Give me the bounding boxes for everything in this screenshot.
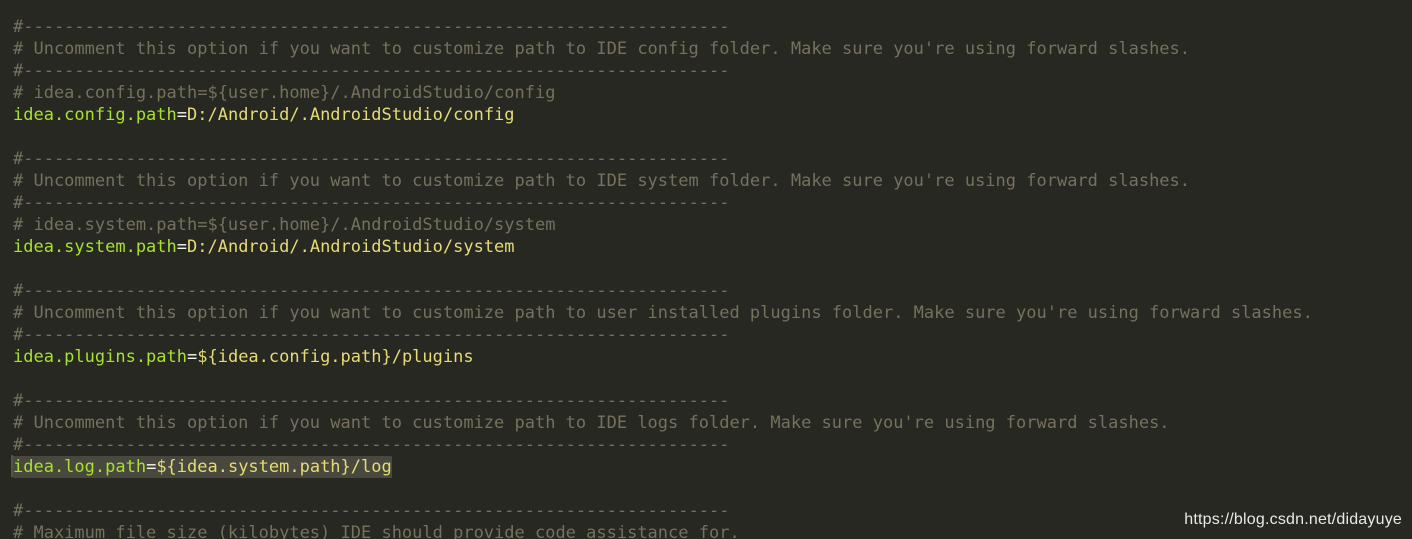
comment-text: #---------------------------------------…	[13, 391, 730, 411]
property-content: idea.config.path=D:/Android/.AndroidStud…	[13, 105, 515, 125]
blank-line[interactable]	[13, 478, 1313, 500]
equals-sign: =	[187, 347, 198, 367]
property-key: idea.plugins.path	[13, 347, 187, 367]
comment-line[interactable]: #---------------------------------------…	[13, 192, 1313, 214]
equals-sign: =	[146, 457, 157, 477]
comment-line[interactable]: #---------------------------------------…	[13, 280, 1313, 302]
comment-text: # idea.system.path=${user.home}/.Android…	[13, 215, 556, 235]
property-line[interactable]: idea.plugins.path=${idea.config.path}/pl…	[13, 346, 1313, 368]
property-line[interactable]: idea.config.path=D:/Android/.AndroidStud…	[13, 104, 1313, 126]
equals-sign: =	[176, 105, 188, 125]
property-value: ${idea.system.path}/log	[156, 457, 392, 477]
comment-line[interactable]: #---------------------------------------…	[13, 500, 1313, 522]
property-line[interactable]: idea.system.path=D:/Android/.AndroidStud…	[13, 236, 1313, 258]
comment-text: #---------------------------------------…	[13, 149, 730, 169]
comment-line[interactable]: # Uncomment this option if you want to c…	[13, 38, 1313, 60]
comment-line[interactable]: # Uncomment this option if you want to c…	[13, 412, 1313, 434]
watermark: https://blog.csdn.net/didayuye	[1184, 511, 1402, 528]
comment-text: #---------------------------------------…	[13, 61, 730, 81]
comment-line[interactable]: #---------------------------------------…	[13, 434, 1313, 456]
comment-text: # Uncomment this option if you want to c…	[13, 39, 1191, 59]
comment-text: # Uncomment this option if you want to c…	[13, 303, 1313, 323]
comment-text: # idea.config.path=${user.home}/.Android…	[13, 83, 556, 103]
blank-line[interactable]	[13, 126, 1313, 148]
comment-text: #---------------------------------------…	[13, 281, 730, 301]
property-key: idea.log.path	[13, 457, 147, 477]
comment-text: # Maximum file size (kilobytes) IDE shou…	[13, 523, 740, 539]
comment-text: #---------------------------------------…	[13, 17, 730, 37]
comment-text: #---------------------------------------…	[13, 501, 730, 521]
comment-line[interactable]: #---------------------------------------…	[13, 324, 1313, 346]
property-value: D:/Android/.AndroidStudio/system	[187, 237, 515, 257]
selected-text: idea.log.path=${idea.system.path}/log	[13, 456, 392, 478]
comment-text: #---------------------------------------…	[13, 193, 730, 213]
comment-line[interactable]: # Uncomment this option if you want to c…	[13, 302, 1313, 324]
property-key: idea.config.path	[13, 105, 177, 125]
comment-line[interactable]: #---------------------------------------…	[13, 390, 1313, 412]
comment-text: # Uncomment this option if you want to c…	[13, 171, 1191, 191]
comment-text: #---------------------------------------…	[13, 435, 730, 455]
comment-line[interactable]: #---------------------------------------…	[13, 16, 1313, 38]
comment-line[interactable]: # idea.system.path=${user.home}/.Android…	[13, 214, 1313, 236]
comment-line[interactable]: # idea.config.path=${user.home}/.Android…	[13, 82, 1313, 104]
property-value: D:/Android/.AndroidStudio/config	[187, 105, 515, 125]
code-editor[interactable]: #---------------------------------------…	[0, 0, 1412, 539]
comment-text: # Uncomment this option if you want to c…	[13, 413, 1170, 433]
property-content: idea.system.path=D:/Android/.AndroidStud…	[13, 237, 515, 257]
blank-line[interactable]	[13, 368, 1313, 390]
comment-line[interactable]: # Maximum file size (kilobytes) IDE shou…	[13, 522, 1313, 539]
property-key: idea.system.path	[13, 237, 177, 257]
comment-line[interactable]: # Uncomment this option if you want to c…	[13, 170, 1313, 192]
comment-line[interactable]: #---------------------------------------…	[13, 60, 1313, 82]
property-value: ${idea.config.path}/plugins	[197, 347, 474, 367]
comment-line[interactable]: #---------------------------------------…	[13, 148, 1313, 170]
equals-sign: =	[176, 237, 188, 257]
code-lines: #---------------------------------------…	[13, 16, 1313, 539]
blank-line[interactable]	[13, 258, 1313, 280]
comment-text: #---------------------------------------…	[13, 325, 730, 345]
property-content: idea.plugins.path=${idea.config.path}/pl…	[13, 347, 474, 367]
property-line[interactable]: idea.log.path=${idea.system.path}/log	[13, 456, 1313, 478]
